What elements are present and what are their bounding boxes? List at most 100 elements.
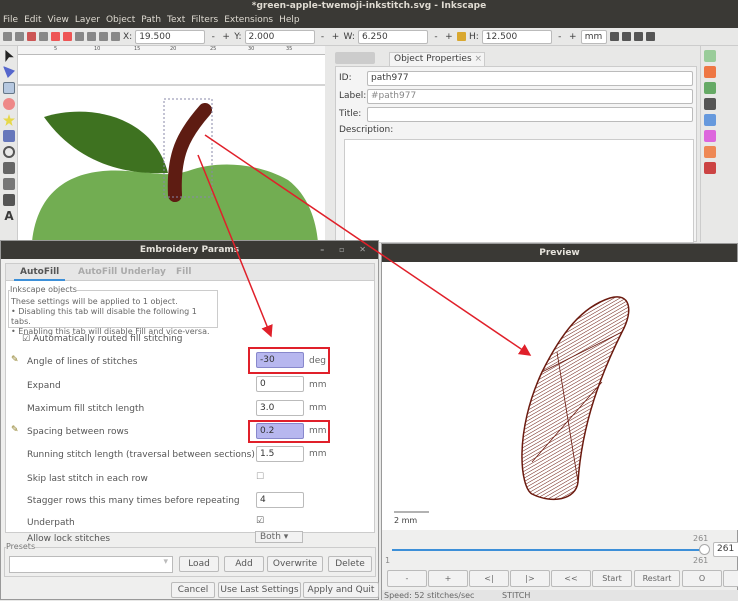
menu-filters[interactable]: Filters bbox=[191, 13, 218, 28]
transform-gradients-icon[interactable] bbox=[633, 32, 643, 41]
undo-icon[interactable] bbox=[704, 146, 716, 158]
spiral-tool-icon[interactable] bbox=[3, 146, 15, 158]
reverse-button[interactable]: << bbox=[551, 570, 591, 587]
pen-tool-icon[interactable] bbox=[3, 178, 15, 190]
flip-vertical-icon[interactable] bbox=[63, 32, 72, 41]
tab-autofill-underlay[interactable]: AutoFill Underlay bbox=[78, 267, 166, 277]
slider-handle[interactable] bbox=[699, 544, 710, 555]
load-button[interactable]: Load bbox=[179, 556, 219, 572]
x-field[interactable]: 19.500 bbox=[135, 29, 206, 44]
ellipse-tool-icon[interactable] bbox=[3, 98, 15, 110]
stitch-number-input[interactable]: 261 bbox=[713, 542, 738, 557]
start-button[interactable]: Start bbox=[592, 570, 632, 587]
raise-top-icon[interactable] bbox=[75, 32, 84, 41]
stitch-slider[interactable] bbox=[392, 549, 704, 551]
window-controls[interactable]: – ▫ ✕ bbox=[320, 241, 372, 259]
tab-autofill[interactable]: AutoFill bbox=[14, 267, 66, 281]
text-tool-icon[interactable]: A bbox=[3, 210, 15, 222]
use-last-settings-button[interactable]: Use Last Settings bbox=[218, 582, 301, 598]
preset-combo[interactable]: ▾ bbox=[9, 556, 173, 573]
x-decrement[interactable]: - bbox=[208, 32, 218, 42]
close-icon[interactable]: × bbox=[475, 54, 483, 64]
transform-patterns-icon[interactable] bbox=[645, 32, 655, 41]
y-increment[interactable]: + bbox=[331, 32, 341, 42]
3d-box-tool-icon[interactable] bbox=[3, 130, 15, 142]
menu-extensions[interactable]: Extensions bbox=[224, 13, 273, 28]
delete-button[interactable]: Delete bbox=[328, 556, 372, 572]
star-tool-icon[interactable] bbox=[3, 114, 15, 126]
add-button[interactable]: Add bbox=[224, 556, 264, 572]
restart-button[interactable]: Restart bbox=[634, 570, 680, 587]
description-field[interactable] bbox=[344, 139, 694, 243]
max-stitch-length-input[interactable]: 3.0 bbox=[256, 400, 304, 416]
y-decrement[interactable]: - bbox=[318, 32, 328, 42]
rotate-ccw-icon[interactable] bbox=[27, 32, 36, 41]
w-increment[interactable]: + bbox=[444, 32, 454, 42]
import-icon[interactable] bbox=[704, 114, 716, 126]
stagger-input[interactable]: 4 bbox=[256, 492, 304, 508]
cut-icon[interactable] bbox=[704, 162, 716, 174]
selector-tool-icon[interactable] bbox=[5, 50, 14, 62]
title-field[interactable] bbox=[367, 107, 693, 122]
lower-icon[interactable] bbox=[99, 32, 108, 41]
save-icon[interactable] bbox=[704, 82, 716, 94]
menu-object[interactable]: Object bbox=[106, 13, 135, 28]
running-stitch-input[interactable]: 1.5 bbox=[256, 446, 304, 462]
id-field[interactable]: path977 bbox=[367, 71, 693, 86]
flip-icon[interactable] bbox=[15, 32, 24, 41]
menu-layer[interactable]: Layer bbox=[75, 13, 100, 28]
menu-edit[interactable]: Edit bbox=[24, 13, 41, 28]
lock-stitches-select[interactable]: Both ▾ bbox=[255, 531, 303, 543]
overwrite-button[interactable]: Overwrite bbox=[267, 556, 323, 572]
flip-horizontal-icon[interactable] bbox=[51, 32, 60, 41]
dock-tab-icons[interactable] bbox=[335, 52, 375, 64]
cancel-button[interactable]: Cancel bbox=[171, 582, 215, 598]
x-increment[interactable]: + bbox=[221, 32, 231, 42]
tab-object-properties[interactable]: Object Properties × bbox=[389, 52, 485, 66]
print-icon[interactable] bbox=[704, 98, 716, 110]
open-icon[interactable] bbox=[704, 66, 716, 78]
angle-input[interactable]: -30 bbox=[256, 352, 304, 368]
npp-button[interactable]: O bbox=[682, 570, 722, 587]
calligraphy-tool-icon[interactable] bbox=[3, 194, 15, 206]
y-field[interactable]: 2.000 bbox=[244, 29, 315, 44]
menu-view[interactable]: View bbox=[48, 13, 69, 28]
w-decrement[interactable]: - bbox=[431, 32, 441, 42]
new-document-icon[interactable] bbox=[704, 50, 716, 62]
lock-icon[interactable] bbox=[456, 32, 466, 41]
tab-fill[interactable]: Fill bbox=[176, 267, 191, 277]
slower-button[interactable]: - bbox=[387, 570, 427, 587]
lower-bottom-icon[interactable] bbox=[111, 32, 120, 41]
label-field[interactable]: #path977 bbox=[367, 89, 693, 104]
scale-stroke-icon[interactable] bbox=[609, 32, 619, 41]
w-field[interactable]: 6.250 bbox=[357, 29, 428, 44]
expand-input[interactable]: 0 bbox=[256, 376, 304, 392]
node-tool-icon[interactable] bbox=[3, 66, 15, 78]
faster-button[interactable]: + bbox=[428, 570, 468, 587]
step-forward-button[interactable]: |> bbox=[510, 570, 550, 587]
rotate-cw-icon[interactable] bbox=[39, 32, 48, 41]
rectangle-tool-icon[interactable] bbox=[3, 82, 15, 94]
row-spacing-input[interactable]: 0.2 bbox=[256, 423, 304, 439]
drawing-canvas[interactable] bbox=[18, 55, 325, 242]
menu-file[interactable]: File bbox=[3, 13, 18, 28]
menu-help[interactable]: Help bbox=[279, 13, 300, 28]
skip-last-checkbox[interactable]: ☐ bbox=[256, 472, 264, 482]
menu-path[interactable]: Path bbox=[141, 13, 161, 28]
h-decrement[interactable]: - bbox=[555, 32, 565, 42]
unit-select[interactable]: mm bbox=[580, 29, 607, 44]
raise-icon[interactable] bbox=[87, 32, 96, 41]
export-icon[interactable] bbox=[704, 130, 716, 142]
h-increment[interactable]: + bbox=[568, 32, 578, 42]
scale-corners-icon[interactable] bbox=[621, 32, 631, 41]
menu-text[interactable]: Text bbox=[167, 13, 185, 28]
rotate-icon[interactable] bbox=[3, 32, 12, 41]
step-back-button[interactable]: <| bbox=[469, 570, 509, 587]
pencil-tool-icon[interactable] bbox=[3, 162, 15, 174]
h-field[interactable]: 12.500 bbox=[481, 29, 552, 44]
quit-button[interactable]: Q bbox=[723, 570, 738, 587]
auto-route-checkbox[interactable]: ☑ Automatically routed fill stitching bbox=[22, 334, 183, 344]
apply-and-quit-button[interactable]: Apply and Quit bbox=[303, 582, 379, 598]
preview-canvas[interactable]: 2 mm bbox=[382, 262, 738, 530]
underpath-checkbox[interactable]: ☑ bbox=[256, 516, 264, 526]
